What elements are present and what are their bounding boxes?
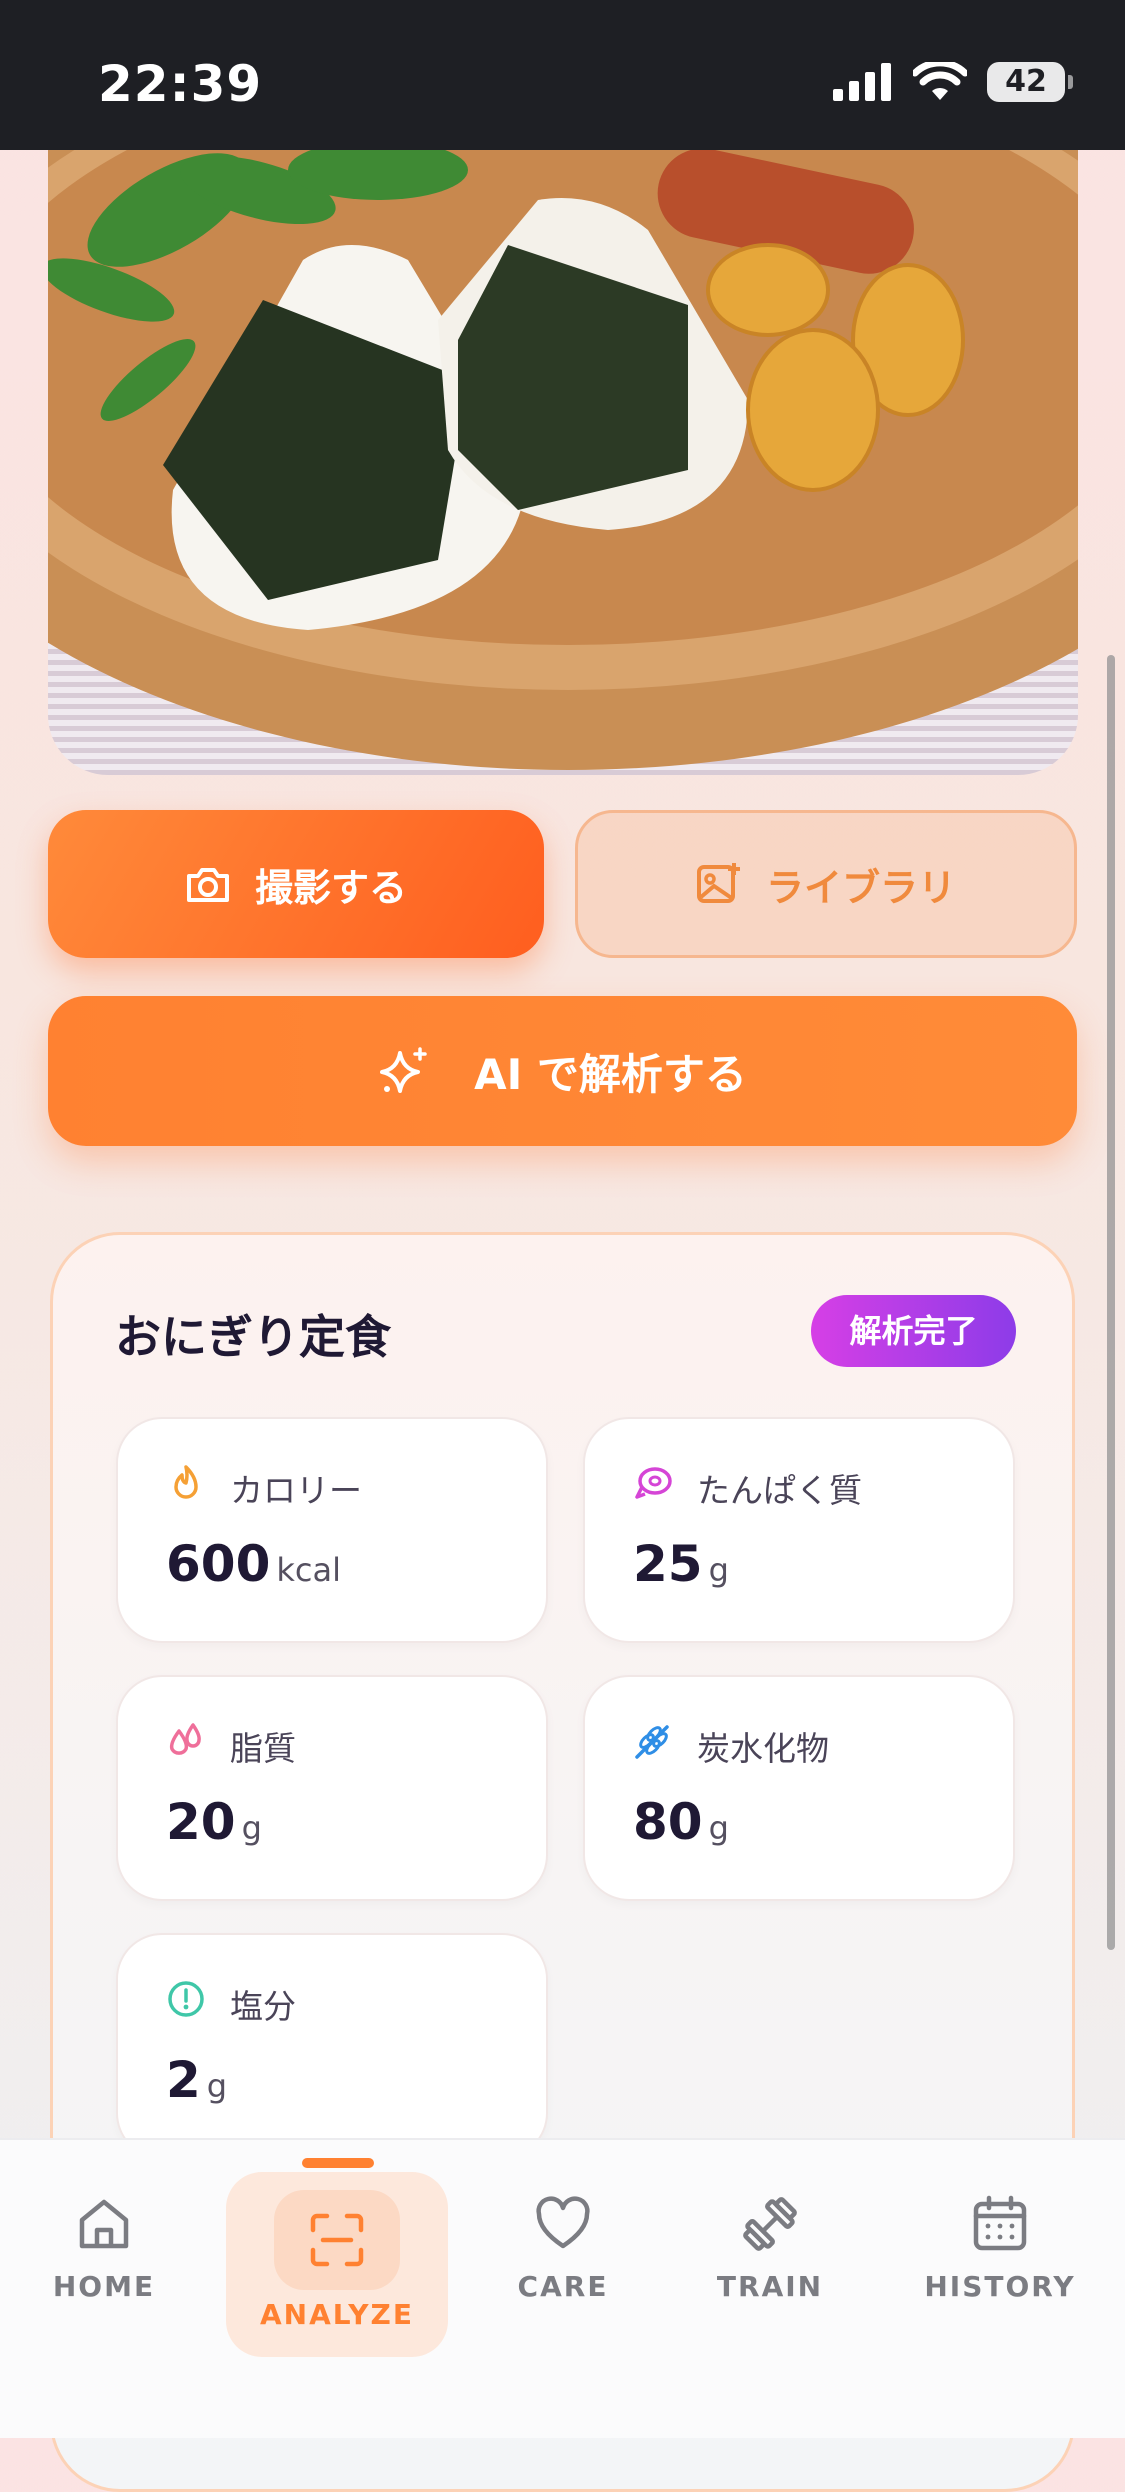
nav-item-label: HISTORY <box>924 2270 1076 2303</box>
nav-item-label: ANALYZE <box>260 2298 414 2331</box>
metric-value: 25 g <box>633 1535 729 1593</box>
camera-icon <box>186 868 229 902</box>
signal-icon <box>833 63 891 101</box>
analyze-button-label: AI で解析する <box>474 1049 747 1099</box>
battery-indicator: 42 <box>987 62 1073 102</box>
meat-icon <box>635 1467 672 1499</box>
droplets-icon <box>169 1723 201 1755</box>
camera-button-label: 撮影する <box>254 865 407 910</box>
bottom-nav: HOME ANALYZE CARE TRAIN HISTORY <box>0 2138 1125 2438</box>
library-button[interactable]: ライブラリ <box>575 810 1077 958</box>
dumbbell-icon <box>743 2197 797 2251</box>
food-photo <box>48 150 1078 775</box>
flame-icon <box>174 1465 198 1499</box>
image-plus-icon <box>696 863 740 903</box>
nav-item-label: CARE <box>517 2270 609 2303</box>
scan-icon <box>310 2213 364 2267</box>
heart-icon <box>536 2196 590 2249</box>
meal-title: おにぎり定食 <box>115 1310 391 1364</box>
nav-item-label: HOME <box>52 2270 156 2303</box>
metric-salt: 塩分 2g <box>116 1933 548 2159</box>
metric-label: 塩分 <box>230 1987 296 2026</box>
calendar-icon <box>973 2195 1027 2251</box>
metric-label: 脂質 <box>230 1729 296 1768</box>
status-icons: 42 <box>833 62 1073 102</box>
wheat-icon <box>635 1725 669 1759</box>
home-icon <box>79 2199 129 2249</box>
metric-value: 2g <box>166 2051 228 2109</box>
metric-calories: カロリー 600 kcal <box>116 1417 548 1643</box>
scrollbar[interactable] <box>1107 655 1115 1950</box>
metric-value: 20 g <box>166 1793 262 1851</box>
metric-value: 600 kcal <box>166 1535 341 1593</box>
metric-value: 80 g <box>633 1793 729 1851</box>
analyze-button[interactable]: AI で解析する <box>48 996 1077 1146</box>
status-badge: 解析完了 <box>811 1295 1016 1367</box>
metric-label: 炭水化物 <box>697 1729 829 1768</box>
nav-item-label: TRAIN <box>716 2270 824 2303</box>
status-bar: 22:39 42 <box>0 0 1125 150</box>
nav-active-indicator <box>302 2158 374 2168</box>
metric-carbs: 炭水化物 80 g <box>583 1675 1015 1901</box>
metric-label: たんぱく質 <box>697 1471 862 1510</box>
metric-label: カロリー <box>230 1471 362 1510</box>
metric-protein: たんぱく質 25 g <box>583 1417 1015 1643</box>
camera-button[interactable]: 撮影する <box>48 810 544 958</box>
wifi-icon <box>913 62 967 100</box>
library-button-label: ライブラリ <box>765 865 956 910</box>
alert-circle-icon <box>168 1981 204 2017</box>
metric-fat: 脂質 20 g <box>116 1675 548 1901</box>
status-time: 22:39 <box>98 55 263 113</box>
sparkles-icon <box>380 1047 427 1093</box>
